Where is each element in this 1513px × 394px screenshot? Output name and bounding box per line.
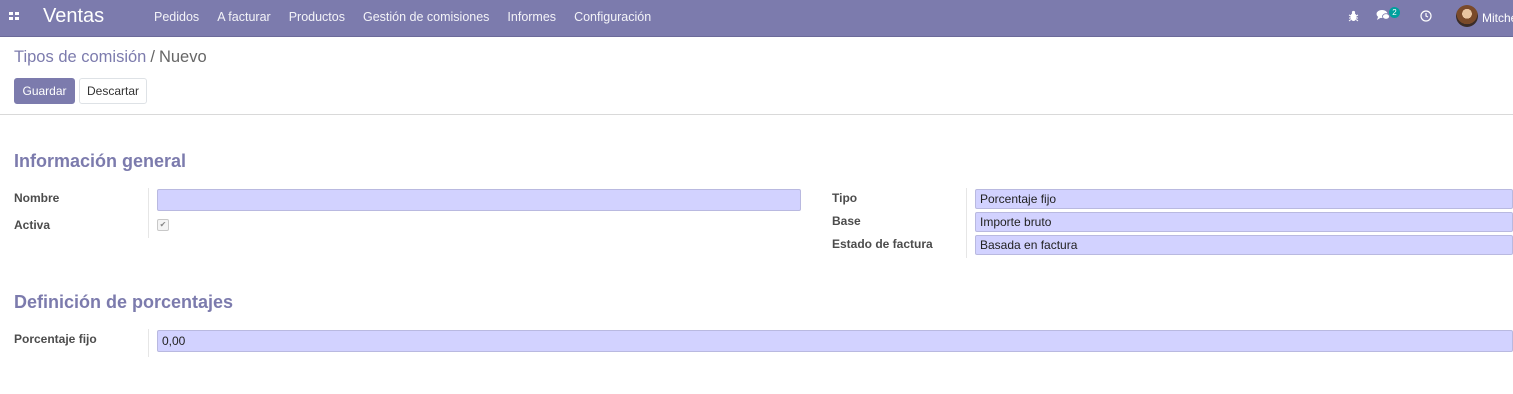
- field-divider: [148, 329, 149, 357]
- user-name[interactable]: Mitche: [1482, 11, 1513, 25]
- base-select-value: Importe bruto: [980, 215, 1052, 229]
- section-title-percentages: Definición de porcentajes: [14, 292, 234, 312]
- menu-item-informes[interactable]: Informes: [507, 10, 556, 24]
- invoice-state-select-value: Basada en factura: [980, 238, 1078, 252]
- name-input[interactable]: [157, 189, 801, 211]
- chat-icon[interactable]: [1376, 9, 1390, 21]
- apps-menu-icon[interactable]: [9, 12, 19, 21]
- chat-badge: 2: [1389, 7, 1400, 18]
- section-title-general: Información general: [14, 151, 187, 171]
- menu-item-pedidos[interactable]: Pedidos: [154, 10, 199, 24]
- menu-item-productos[interactable]: Productos: [289, 10, 345, 24]
- base-select[interactable]: Importe bruto: [975, 212, 1513, 232]
- field-divider: [148, 188, 149, 238]
- breadcrumb: Tipos de comisión / Nuevo: [14, 48, 207, 67]
- invoice-state-select[interactable]: Basada en factura: [975, 235, 1513, 255]
- control-panel-divider: [0, 114, 1513, 115]
- main-menu: Pedidos A facturar Productos Gestión de …: [154, 10, 669, 24]
- fix-qty-label: Porcentaje fijo: [14, 332, 97, 346]
- field-divider: [966, 188, 967, 258]
- menu-item-gestion-comisiones[interactable]: Gestión de comisiones: [363, 10, 489, 24]
- active-label: Activa: [14, 218, 51, 232]
- invoice-state-label: Estado de factura: [832, 237, 933, 251]
- app-name[interactable]: Ventas: [43, 5, 104, 28]
- base-label: Base: [832, 214, 861, 228]
- name-label: Nombre: [14, 191, 60, 205]
- discard-button[interactable]: Descartar: [79, 78, 147, 104]
- top-navbar: Ventas Pedidos A facturar Productos Gest…: [0, 0, 1513, 37]
- breadcrumb-current: Nuevo: [158, 48, 207, 66]
- breadcrumb-separator: /: [150, 48, 155, 66]
- menu-item-configuracion[interactable]: Configuración: [574, 10, 651, 24]
- breadcrumb-parent[interactable]: Tipos de comisión: [14, 48, 146, 66]
- fix-qty-input[interactable]: [157, 330, 1513, 352]
- type-select[interactable]: Porcentaje fijo: [975, 189, 1513, 209]
- clock-icon[interactable]: [1420, 10, 1432, 22]
- save-button[interactable]: Guardar: [14, 78, 75, 104]
- type-label: Tipo: [832, 191, 858, 205]
- menu-item-a-facturar[interactable]: A facturar: [217, 10, 271, 24]
- type-select-value: Porcentaje fijo: [980, 192, 1057, 206]
- avatar[interactable]: [1456, 5, 1478, 27]
- bug-icon[interactable]: [1348, 10, 1359, 22]
- active-checkbox[interactable]: ✔: [157, 219, 169, 231]
